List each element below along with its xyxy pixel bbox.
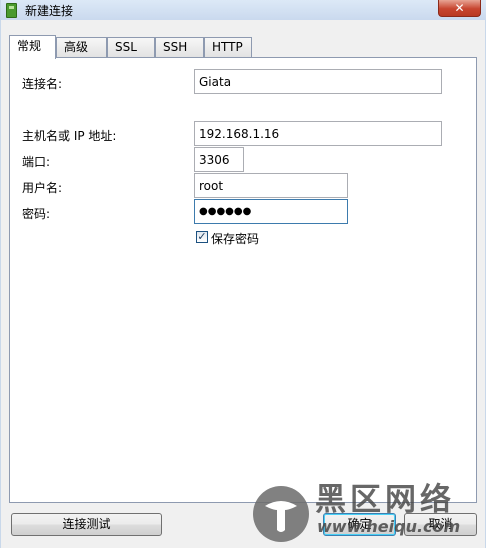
general-settings-panel: 连接名: 主机名或 IP 地址: 端口: 用户名: 密码: ●●●●●● ✓ 保… (9, 57, 477, 503)
password-input[interactable]: ●●●●●● (194, 199, 348, 224)
cancel-button[interactable]: 取消 (404, 513, 477, 536)
tab-general[interactable]: 常规 (9, 35, 56, 59)
title-bar[interactable]: 新建连接 ✕ (1, 0, 486, 20)
tab-ssl[interactable]: SSL (107, 37, 155, 57)
tab-http[interactable]: HTTP (204, 37, 252, 57)
tab-ssh[interactable]: SSH (155, 37, 204, 57)
connection-name-input[interactable] (194, 69, 442, 94)
save-password-checkbox[interactable]: ✓ (196, 231, 208, 243)
close-icon: ✕ (454, 1, 465, 15)
username-label: 用户名: (22, 181, 63, 195)
host-label: 主机名或 IP 地址: (22, 129, 117, 143)
test-connection-button[interactable]: 连接测试 (11, 513, 162, 536)
password-label: 密码: (22, 207, 51, 221)
host-input[interactable] (194, 121, 442, 146)
save-password-label[interactable]: 保存密码 (211, 230, 259, 247)
connection-name-label: 连接名: (22, 77, 63, 91)
username-input[interactable] (194, 173, 348, 198)
ok-button[interactable]: 确定 (323, 513, 396, 536)
checkmark-icon: ✓ (197, 230, 207, 243)
window-title: 新建连接 (25, 4, 74, 18)
app-icon (6, 3, 17, 18)
close-button[interactable]: ✕ (438, 0, 481, 17)
tab-advanced[interactable]: 高级 (56, 37, 107, 57)
port-label: 端口: (22, 155, 51, 169)
port-input[interactable] (194, 147, 244, 172)
dialog-window: 新建连接 ✕ 常规 高级 SSL SSH HTTP 连接名: 主机名或 IP 地… (0, 0, 486, 548)
